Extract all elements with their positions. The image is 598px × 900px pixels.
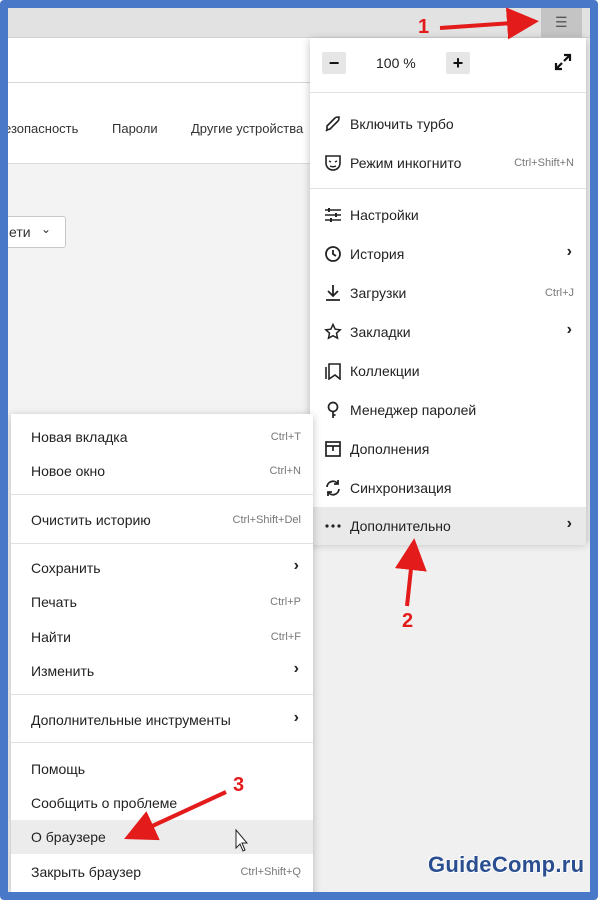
- arrow-1: [439, 7, 539, 40]
- annotation-arrows: [124, 7, 539, 852]
- step-number-2: 2: [402, 610, 414, 632]
- step-number-1: 1: [418, 16, 430, 38]
- mouse-pointer-icon: [235, 828, 249, 852]
- arrow-3: [124, 790, 227, 841]
- watermark: GuideComp.ru: [428, 852, 585, 877]
- step-number-3: 3: [233, 774, 245, 796]
- arrow-2: [394, 538, 427, 607]
